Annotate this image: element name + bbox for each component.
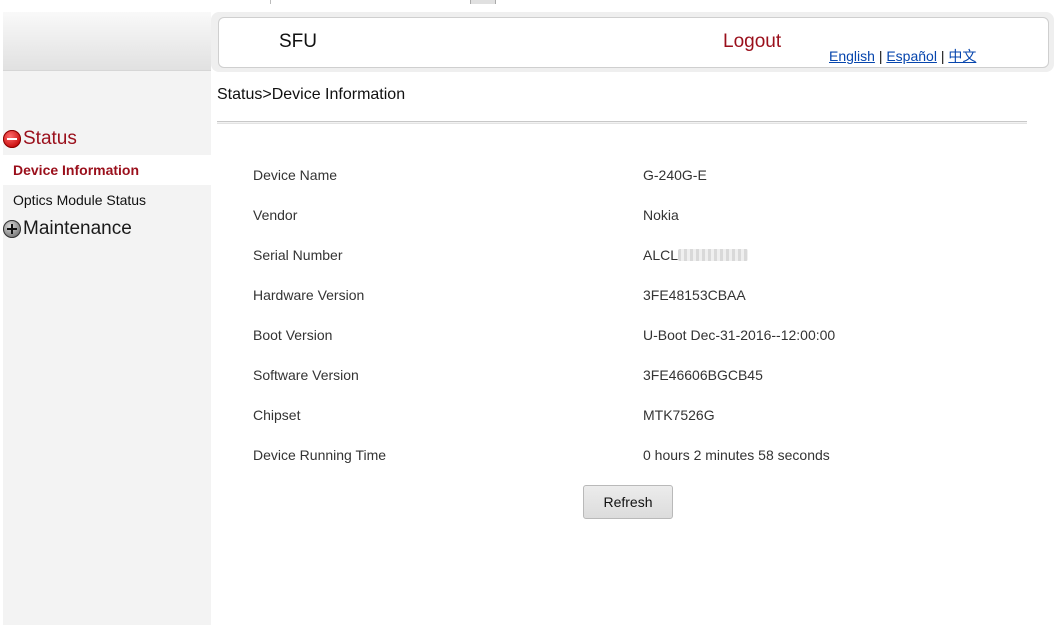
brand-title: SFU bbox=[279, 31, 317, 52]
info-row-hardware-version: Hardware Version 3FE48153CBAA bbox=[253, 287, 953, 307]
top-strip-divider bbox=[270, 0, 271, 4]
sidebar-group-status[interactable]: Status bbox=[3, 128, 77, 150]
sidebar-item-optics-module-status[interactable]: Optics Module Status bbox=[3, 185, 211, 215]
info-label: Serial Number bbox=[253, 247, 343, 263]
sidebar-item-device-information[interactable]: Device Information bbox=[3, 155, 211, 185]
lang-english-link[interactable]: English bbox=[829, 48, 875, 64]
expand-plus-icon[interactable] bbox=[3, 220, 21, 238]
info-value: ALCL bbox=[643, 247, 679, 263]
info-label: Boot Version bbox=[253, 327, 333, 343]
collapse-minus-icon[interactable] bbox=[3, 130, 21, 148]
refresh-button[interactable]: Refresh bbox=[583, 485, 673, 519]
section-divider bbox=[217, 121, 1027, 124]
info-value: 0 hours 2 minutes 58 seconds bbox=[643, 447, 830, 463]
logo-area bbox=[3, 12, 211, 71]
info-value-wrap: ALCL bbox=[643, 247, 749, 263]
top-strip-scroll-handle bbox=[470, 0, 496, 4]
top-strip bbox=[0, 0, 1060, 4]
sidebar bbox=[3, 12, 211, 625]
lang-chinese-link[interactable]: 中文 bbox=[948, 48, 976, 64]
info-label: Hardware Version bbox=[253, 287, 365, 303]
info-label: Device Running Time bbox=[253, 447, 387, 463]
sidebar-group-label: Maintenance bbox=[23, 218, 132, 239]
info-label: Chipset bbox=[253, 407, 301, 423]
language-selector: English | Español | 中文 bbox=[829, 46, 976, 66]
lang-separator: | bbox=[940, 48, 945, 64]
redacted-serial-blur bbox=[678, 249, 749, 261]
info-value: 3FE48153CBAA bbox=[643, 287, 746, 303]
info-row-chipset: Chipset MTK7526G bbox=[253, 407, 953, 427]
info-row-device-name: Device Name G-240G-E bbox=[253, 167, 953, 187]
info-value: MTK7526G bbox=[643, 407, 715, 423]
info-label: Vendor bbox=[253, 207, 298, 223]
info-label: Device Name bbox=[253, 167, 338, 183]
info-row-software-version: Software Version 3FE46606BGCB45 bbox=[253, 367, 953, 387]
info-value: G-240G-E bbox=[643, 167, 707, 183]
breadcrumb: Status>Device Information bbox=[217, 86, 406, 103]
info-row-serial-number: Serial Number ALCL bbox=[253, 247, 953, 267]
info-row-device-running-time: Device Running Time 0 hours 2 minutes 58… bbox=[253, 447, 953, 467]
info-value: U-Boot Dec-31-2016--12:00:00 bbox=[643, 327, 836, 343]
sidebar-group-label: Status bbox=[23, 128, 77, 149]
info-label: Software Version bbox=[253, 367, 359, 383]
sidebar-group-maintenance[interactable]: Maintenance bbox=[3, 218, 132, 240]
info-row-boot-version: Boot Version U-Boot Dec-31-2016--12:00:0… bbox=[253, 327, 953, 347]
info-value: Nokia bbox=[643, 207, 679, 223]
logout-link[interactable]: Logout bbox=[723, 31, 781, 53]
lang-espanol-link[interactable]: Español bbox=[886, 48, 937, 64]
lang-separator: | bbox=[878, 48, 883, 64]
info-value: 3FE46606BGCB45 bbox=[643, 367, 763, 383]
info-row-vendor: Vendor Nokia bbox=[253, 207, 953, 227]
